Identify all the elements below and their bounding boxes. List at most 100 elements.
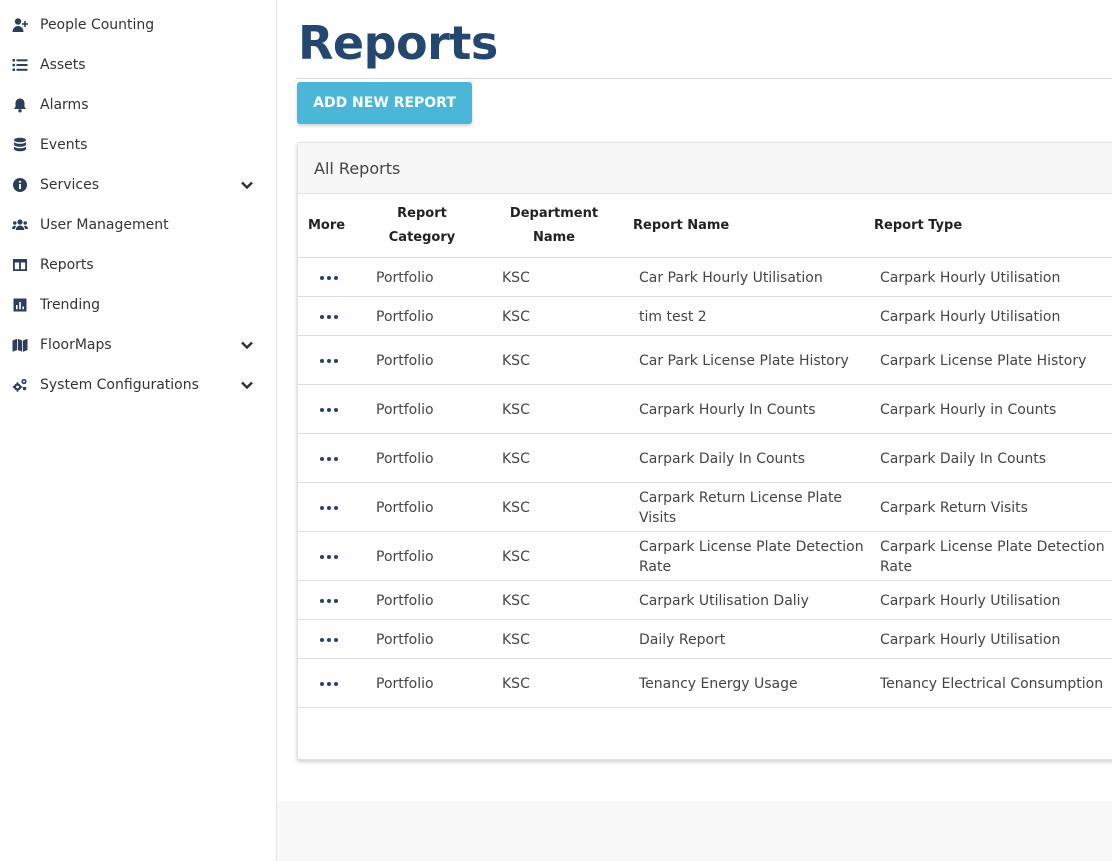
cell-report-category: Portfolio: [376, 401, 434, 418]
database-icon: [11, 136, 29, 154]
bell-icon: [11, 96, 29, 114]
cell-report-category: Portfolio: [376, 269, 434, 286]
cell-department-name: KSC: [502, 269, 530, 286]
more-options-icon[interactable]: [320, 273, 338, 283]
column-header-report-category[interactable]: Report Category: [372, 202, 472, 250]
cell-report-category: Portfolio: [376, 592, 434, 609]
cell-report-type: Tenancy Electrical Consumption: [880, 675, 1104, 692]
card-header: All Reports: [298, 143, 1112, 194]
map-icon: [11, 336, 29, 354]
sidebar: People Counting Assets Alarms Events Ser: [0, 0, 277, 861]
page-title: Reports: [298, 16, 498, 70]
column-header-line: Category: [388, 230, 456, 245]
sidebar-item-label: Alarms: [40, 97, 89, 113]
sidebar-item-events[interactable]: Events: [0, 125, 276, 165]
cell-report-name: Carpark Hourly In Counts: [639, 401, 816, 418]
more-options-icon[interactable]: [320, 679, 338, 689]
sidebar-item-label: People Counting: [40, 17, 155, 33]
cell-report-type: Carpark Hourly in Counts: [880, 401, 1057, 418]
cell-report-name: Carpark Daily In Counts: [639, 450, 806, 467]
table-row[interactable]: Portfolio KSC Carpark Daily In Counts Carpa…: [298, 434, 1112, 483]
table-row[interactable]: Portfolio KSC Daily Report Carpark Hourly U…: [298, 620, 1112, 659]
sidebar-item-user-management[interactable]: User Management: [0, 205, 276, 245]
cell-department-name: KSC: [502, 308, 530, 325]
sidebar-item-label: Events: [40, 137, 88, 153]
more-options-icon[interactable]: [320, 503, 338, 513]
cell-report-name: Carpark Return License Plate Visits: [639, 489, 843, 526]
column-header-line: Report: [397, 206, 447, 221]
cogs-icon: [11, 376, 29, 394]
cell-report-name: tim test 2: [639, 308, 707, 325]
sidebar-item-alarms[interactable]: Alarms: [0, 85, 276, 125]
title-divider: [297, 78, 1112, 79]
sidebar-item-people-counting[interactable]: People Counting: [0, 5, 276, 45]
cell-department-name: KSC: [502, 675, 530, 692]
sidebar-item-floormaps[interactable]: FloorMaps: [0, 325, 276, 365]
column-header-more[interactable]: More: [308, 214, 345, 238]
sidebar-item-label: Assets: [40, 57, 86, 73]
cell-report-category: Portfolio: [376, 548, 434, 565]
footer-area: [277, 801, 1112, 861]
chart-icon: [11, 296, 29, 314]
cell-department-name: KSC: [502, 592, 530, 609]
card-title: All Reports: [314, 158, 401, 178]
column-header-report-type[interactable]: Report Type: [874, 214, 962, 238]
sidebar-item-reports[interactable]: Reports: [0, 245, 276, 285]
users-icon: [11, 216, 29, 234]
table-icon: [11, 256, 29, 274]
cell-report-type: Carpark Hourly Utilisation: [880, 631, 1061, 648]
cell-report-type: Carpark Hourly Utilisation: [880, 308, 1061, 325]
sidebar-item-label: FloorMaps: [40, 337, 112, 353]
cell-report-category: Portfolio: [376, 631, 434, 648]
cell-report-category: Portfolio: [376, 450, 434, 467]
cell-report-name: Tenancy Energy Usage: [639, 675, 798, 692]
table-row[interactable]: Portfolio KSC Carpark Utilisation Daliy Car…: [298, 581, 1112, 620]
more-options-icon[interactable]: [320, 405, 338, 415]
column-header-line: Name: [532, 230, 575, 245]
sidebar-item-system-configurations[interactable]: System Configurations: [0, 365, 276, 405]
more-options-icon[interactable]: [320, 312, 338, 322]
more-options-icon[interactable]: [320, 454, 338, 464]
table-row[interactable]: Portfolio KSC Carpark License Plate Detect…: [298, 532, 1112, 581]
cell-department-name: KSC: [502, 401, 530, 418]
list-icon: [11, 56, 29, 74]
cell-department-name: KSC: [502, 352, 530, 369]
cell-report-category: Portfolio: [376, 352, 434, 369]
table-row[interactable]: Portfolio KSC Car Park Hourly Utilisation C…: [298, 258, 1112, 297]
user-plus-icon: [11, 16, 29, 34]
cell-department-name: KSC: [502, 499, 530, 516]
sidebar-item-label: User Management: [40, 217, 169, 233]
sidebar-item-assets[interactable]: Assets: [0, 45, 276, 85]
cell-report-name: Car Park License Plate History: [639, 352, 849, 369]
table-row[interactable]: Portfolio KSC Car Park License Plate Histo…: [298, 336, 1112, 385]
more-options-icon[interactable]: [320, 596, 338, 606]
table-row[interactable]: Portfolio KSC Tenancy Energy Usage Tenancy …: [298, 659, 1112, 708]
chevron-down-icon[interactable]: [239, 337, 255, 353]
cell-report-name: Car Park Hourly Utilisation: [639, 269, 823, 286]
sidebar-item-label: Trending: [40, 297, 100, 313]
cell-report-type: Carpark License Plate Detection Rate: [880, 538, 1105, 575]
column-header-department-name[interactable]: Department Name: [504, 202, 604, 250]
sidebar-item-trending[interactable]: Trending: [0, 285, 276, 325]
more-options-icon[interactable]: [320, 356, 338, 366]
chevron-down-icon[interactable]: [239, 377, 255, 393]
chevron-down-icon[interactable]: [239, 177, 255, 193]
info-icon: [11, 176, 29, 194]
cell-report-category: Portfolio: [376, 308, 434, 325]
sidebar-item-services[interactable]: Services: [0, 165, 276, 205]
cell-report-category: Portfolio: [376, 499, 434, 516]
cell-report-name: Daily Report: [639, 631, 726, 648]
cell-report-type: Carpark Hourly Utilisation: [880, 269, 1061, 286]
cell-department-name: KSC: [502, 631, 530, 648]
table-row[interactable]: Portfolio KSC tim test 2 Carpark Hourly Uti…: [298, 297, 1112, 336]
cell-department-name: KSC: [502, 450, 530, 467]
sidebar-item-label: Services: [40, 177, 100, 193]
add-new-report-button[interactable]: ADD NEW REPORT: [297, 82, 472, 124]
table-row[interactable]: Portfolio KSC Carpark Return License Plate…: [298, 483, 1112, 532]
sidebar-item-label: Reports: [40, 257, 94, 273]
more-options-icon[interactable]: [320, 635, 338, 645]
cell-report-type: Carpark Hourly Utilisation: [880, 592, 1061, 609]
more-options-icon[interactable]: [320, 552, 338, 562]
table-row[interactable]: Portfolio KSC Carpark Hourly In Counts Carp…: [298, 385, 1112, 434]
column-header-report-name[interactable]: Report Name: [633, 214, 729, 238]
